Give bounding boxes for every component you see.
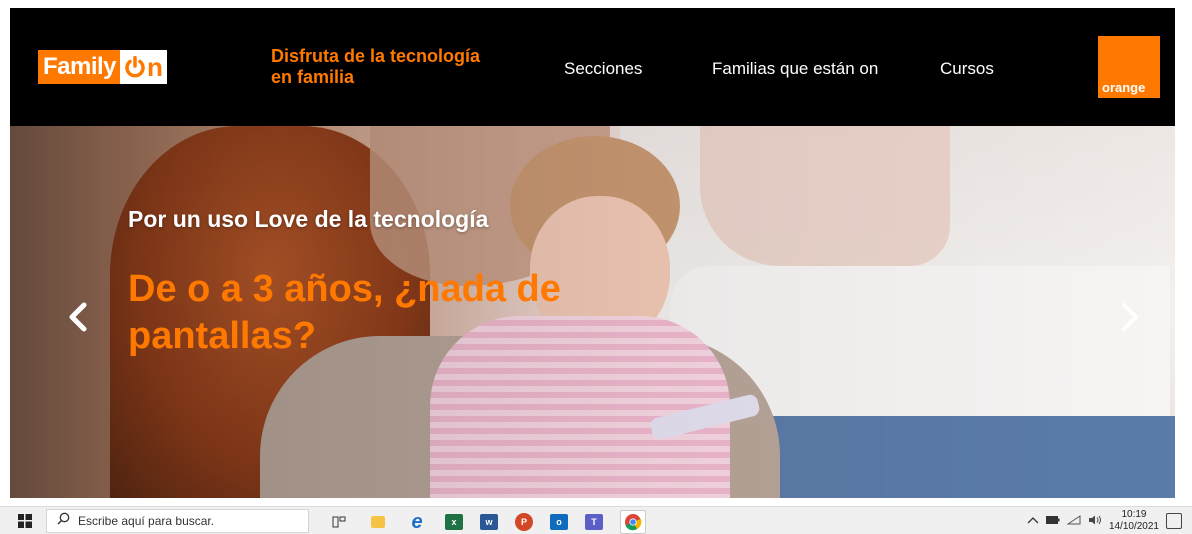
outlook-icon[interactable]: o bbox=[550, 514, 568, 530]
excel-icon[interactable]: x bbox=[445, 514, 463, 530]
chrome-icon[interactable] bbox=[620, 510, 646, 534]
clock-date: 14/10/2021 bbox=[1108, 521, 1159, 532]
powerpoint-icon[interactable]: P bbox=[515, 513, 533, 531]
windows-taskbar: Escribe aquí para buscar. e x w P o T 10… bbox=[0, 506, 1192, 534]
wifi-icon[interactable] bbox=[1066, 514, 1081, 528]
nav-familias[interactable]: Familias que están on bbox=[712, 59, 878, 79]
task-view-icon[interactable] bbox=[328, 511, 350, 533]
edge-icon[interactable]: e bbox=[406, 511, 428, 533]
chevron-right-icon[interactable] bbox=[1117, 300, 1143, 334]
hero-subtitle: Por un uso Love de la tecnología bbox=[128, 206, 489, 232]
search-placeholder: Escribe aquí para buscar. bbox=[78, 514, 215, 528]
taskbar-clock[interactable]: 10:19 14/10/2021 bbox=[1109, 509, 1159, 533]
logo-n-letter: n bbox=[147, 52, 163, 82]
chevron-left-icon[interactable] bbox=[65, 300, 91, 334]
hero-title[interactable]: De o a 3 años, ¿nada de pantallas? bbox=[128, 266, 648, 360]
battery-icon[interactable] bbox=[1045, 515, 1060, 527]
taskbar-apps: e x w P o T bbox=[328, 510, 646, 534]
logo-family-text: Family bbox=[43, 53, 117, 80]
volume-icon[interactable] bbox=[1088, 515, 1102, 528]
taskbar-search-box[interactable]: Escribe aquí para buscar. bbox=[46, 509, 309, 533]
file-explorer-icon[interactable] bbox=[371, 516, 385, 528]
orange-logo[interactable]: orange bbox=[1098, 36, 1160, 98]
orange-logo-text: orange bbox=[1102, 80, 1146, 95]
power-icon bbox=[124, 56, 146, 78]
clock-time: 10:19 bbox=[1121, 509, 1147, 520]
nav-secciones[interactable]: Secciones bbox=[564, 59, 642, 79]
system-tray: 10:19 14/10/2021 bbox=[1027, 509, 1182, 533]
nav-cursos[interactable]: Cursos bbox=[940, 59, 994, 79]
site-tagline[interactable]: Disfruta de la tecnología en familia bbox=[271, 46, 501, 88]
familyon-logo[interactable]: Family On n bbox=[38, 50, 167, 84]
teams-icon[interactable]: T bbox=[585, 514, 603, 530]
web-page: Family On n Disfruta de la tecnología en… bbox=[10, 8, 1175, 498]
word-icon[interactable]: w bbox=[480, 514, 498, 530]
hero-carousel: Por un uso Love de la tecnología De o a … bbox=[10, 126, 1175, 498]
notification-icon[interactable] bbox=[1166, 513, 1182, 529]
site-header: Family On n Disfruta de la tecnología en… bbox=[10, 8, 1175, 126]
windows-start-icon[interactable] bbox=[18, 514, 32, 528]
search-icon bbox=[57, 512, 70, 530]
chevron-up-icon[interactable] bbox=[1027, 515, 1039, 527]
logo-on-badge: On n bbox=[120, 50, 167, 84]
